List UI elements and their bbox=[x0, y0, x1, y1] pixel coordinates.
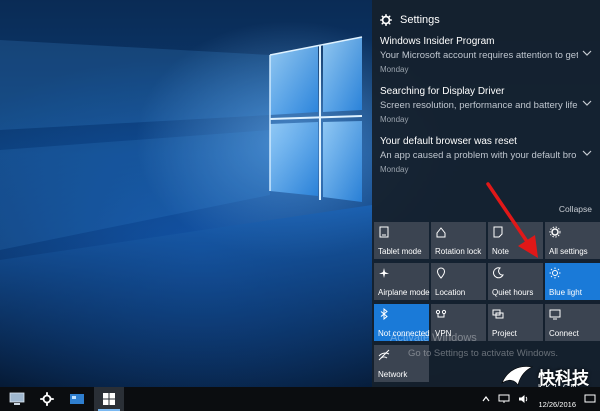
notification-title: Windows Insider Program bbox=[380, 36, 495, 47]
collapse-link[interactable]: Collapse bbox=[559, 204, 592, 214]
watermark-line-2: Go to Settings to activate Windows. bbox=[408, 348, 558, 359]
notification-icon[interactable] bbox=[584, 394, 596, 404]
computer-icon bbox=[9, 392, 25, 405]
notification-title: Your default browser was reset bbox=[380, 136, 517, 147]
notification-body: An app caused a problem with your defaul… bbox=[380, 150, 577, 161]
red-arrow-annotation bbox=[486, 182, 538, 258]
taskbar-explorer-button[interactable] bbox=[2, 387, 32, 411]
notification-display-driver[interactable]: Searching for Display Driver Screen reso… bbox=[380, 86, 592, 124]
chevron-down-icon[interactable] bbox=[582, 150, 592, 156]
notification-body: Your Microsoft account requires attentio… bbox=[380, 50, 578, 61]
brand-bird-icon bbox=[501, 366, 533, 386]
tile-label: Airplane mode bbox=[378, 288, 430, 297]
connect-icon bbox=[549, 309, 561, 320]
notification-time: Monday bbox=[380, 165, 409, 174]
action-center-header[interactable]: Settings bbox=[380, 12, 440, 28]
notification-title: Searching for Display Driver bbox=[380, 86, 505, 97]
tile-all-settings[interactable]: All settings bbox=[545, 222, 600, 259]
tile-rotation-lock[interactable]: Rotation lock bbox=[431, 222, 486, 259]
tile-label: Blue light bbox=[549, 288, 582, 297]
notification-time: Monday bbox=[380, 115, 409, 124]
tile-label: Rotation lock bbox=[435, 247, 482, 256]
gear-icon bbox=[549, 226, 561, 238]
activate-windows-watermark: Activate Windows Go to Settings to activ… bbox=[390, 330, 558, 362]
system-tray: 12/26/2016 bbox=[482, 387, 596, 411]
brightness-icon bbox=[549, 267, 561, 279]
gear-icon bbox=[40, 392, 54, 406]
taskbar-date[interactable]: 12/26/2016 bbox=[538, 400, 576, 409]
gear-icon bbox=[380, 14, 392, 26]
tile-label: Tablet mode bbox=[378, 247, 422, 256]
taskbar-app-button[interactable] bbox=[62, 387, 92, 411]
taskbar-windows-store-button[interactable] bbox=[94, 387, 124, 411]
bluetooth-icon bbox=[380, 308, 388, 320]
tile-location[interactable]: Location bbox=[431, 263, 486, 300]
tile-label: All settings bbox=[549, 247, 588, 256]
tile-quiet-hours[interactable]: Quiet hours bbox=[488, 263, 543, 300]
taskbar-settings-button[interactable] bbox=[32, 387, 62, 411]
speaker-icon[interactable] bbox=[518, 394, 530, 404]
rotation-lock-icon bbox=[436, 227, 446, 238]
project-icon bbox=[492, 309, 504, 319]
notification-time: Monday bbox=[380, 65, 409, 74]
tile-label: Quiet hours bbox=[492, 288, 534, 297]
tile-label: Location bbox=[435, 288, 466, 297]
app-window-icon bbox=[70, 394, 84, 404]
chevron-down-icon[interactable] bbox=[582, 100, 592, 106]
chevron-down-icon[interactable] bbox=[582, 50, 592, 56]
location-icon bbox=[436, 267, 446, 279]
network-icon bbox=[378, 349, 390, 361]
taskbar: 12/26/2016 bbox=[0, 387, 600, 411]
brand-logo: 快科技 KKJ.CN bbox=[500, 363, 589, 392]
chevron-up-icon[interactable] bbox=[482, 396, 490, 402]
tile-blue-light[interactable]: Blue light bbox=[545, 263, 600, 300]
network-tray-icon[interactable] bbox=[498, 394, 510, 404]
notification-body: Screen resolution, performance and batte… bbox=[380, 100, 578, 111]
tile-label: Network bbox=[378, 370, 408, 379]
watermark-line-1: Activate Windows bbox=[390, 332, 477, 344]
tablet-icon bbox=[379, 226, 389, 238]
airplane-icon bbox=[379, 268, 389, 278]
windows-logo-icon bbox=[103, 393, 115, 405]
tile-tablet-mode[interactable]: Tablet mode bbox=[374, 222, 429, 259]
tile-airplane-mode[interactable]: Airplane mode bbox=[374, 263, 430, 300]
vpn-icon bbox=[435, 309, 447, 318]
action-center-title: Settings bbox=[400, 14, 440, 26]
notification-windows-insider[interactable]: Windows Insider Program Your Microsoft a… bbox=[380, 36, 592, 74]
moon-icon bbox=[493, 267, 504, 279]
notification-default-browser[interactable]: Your default browser was reset An app ca… bbox=[380, 136, 592, 174]
